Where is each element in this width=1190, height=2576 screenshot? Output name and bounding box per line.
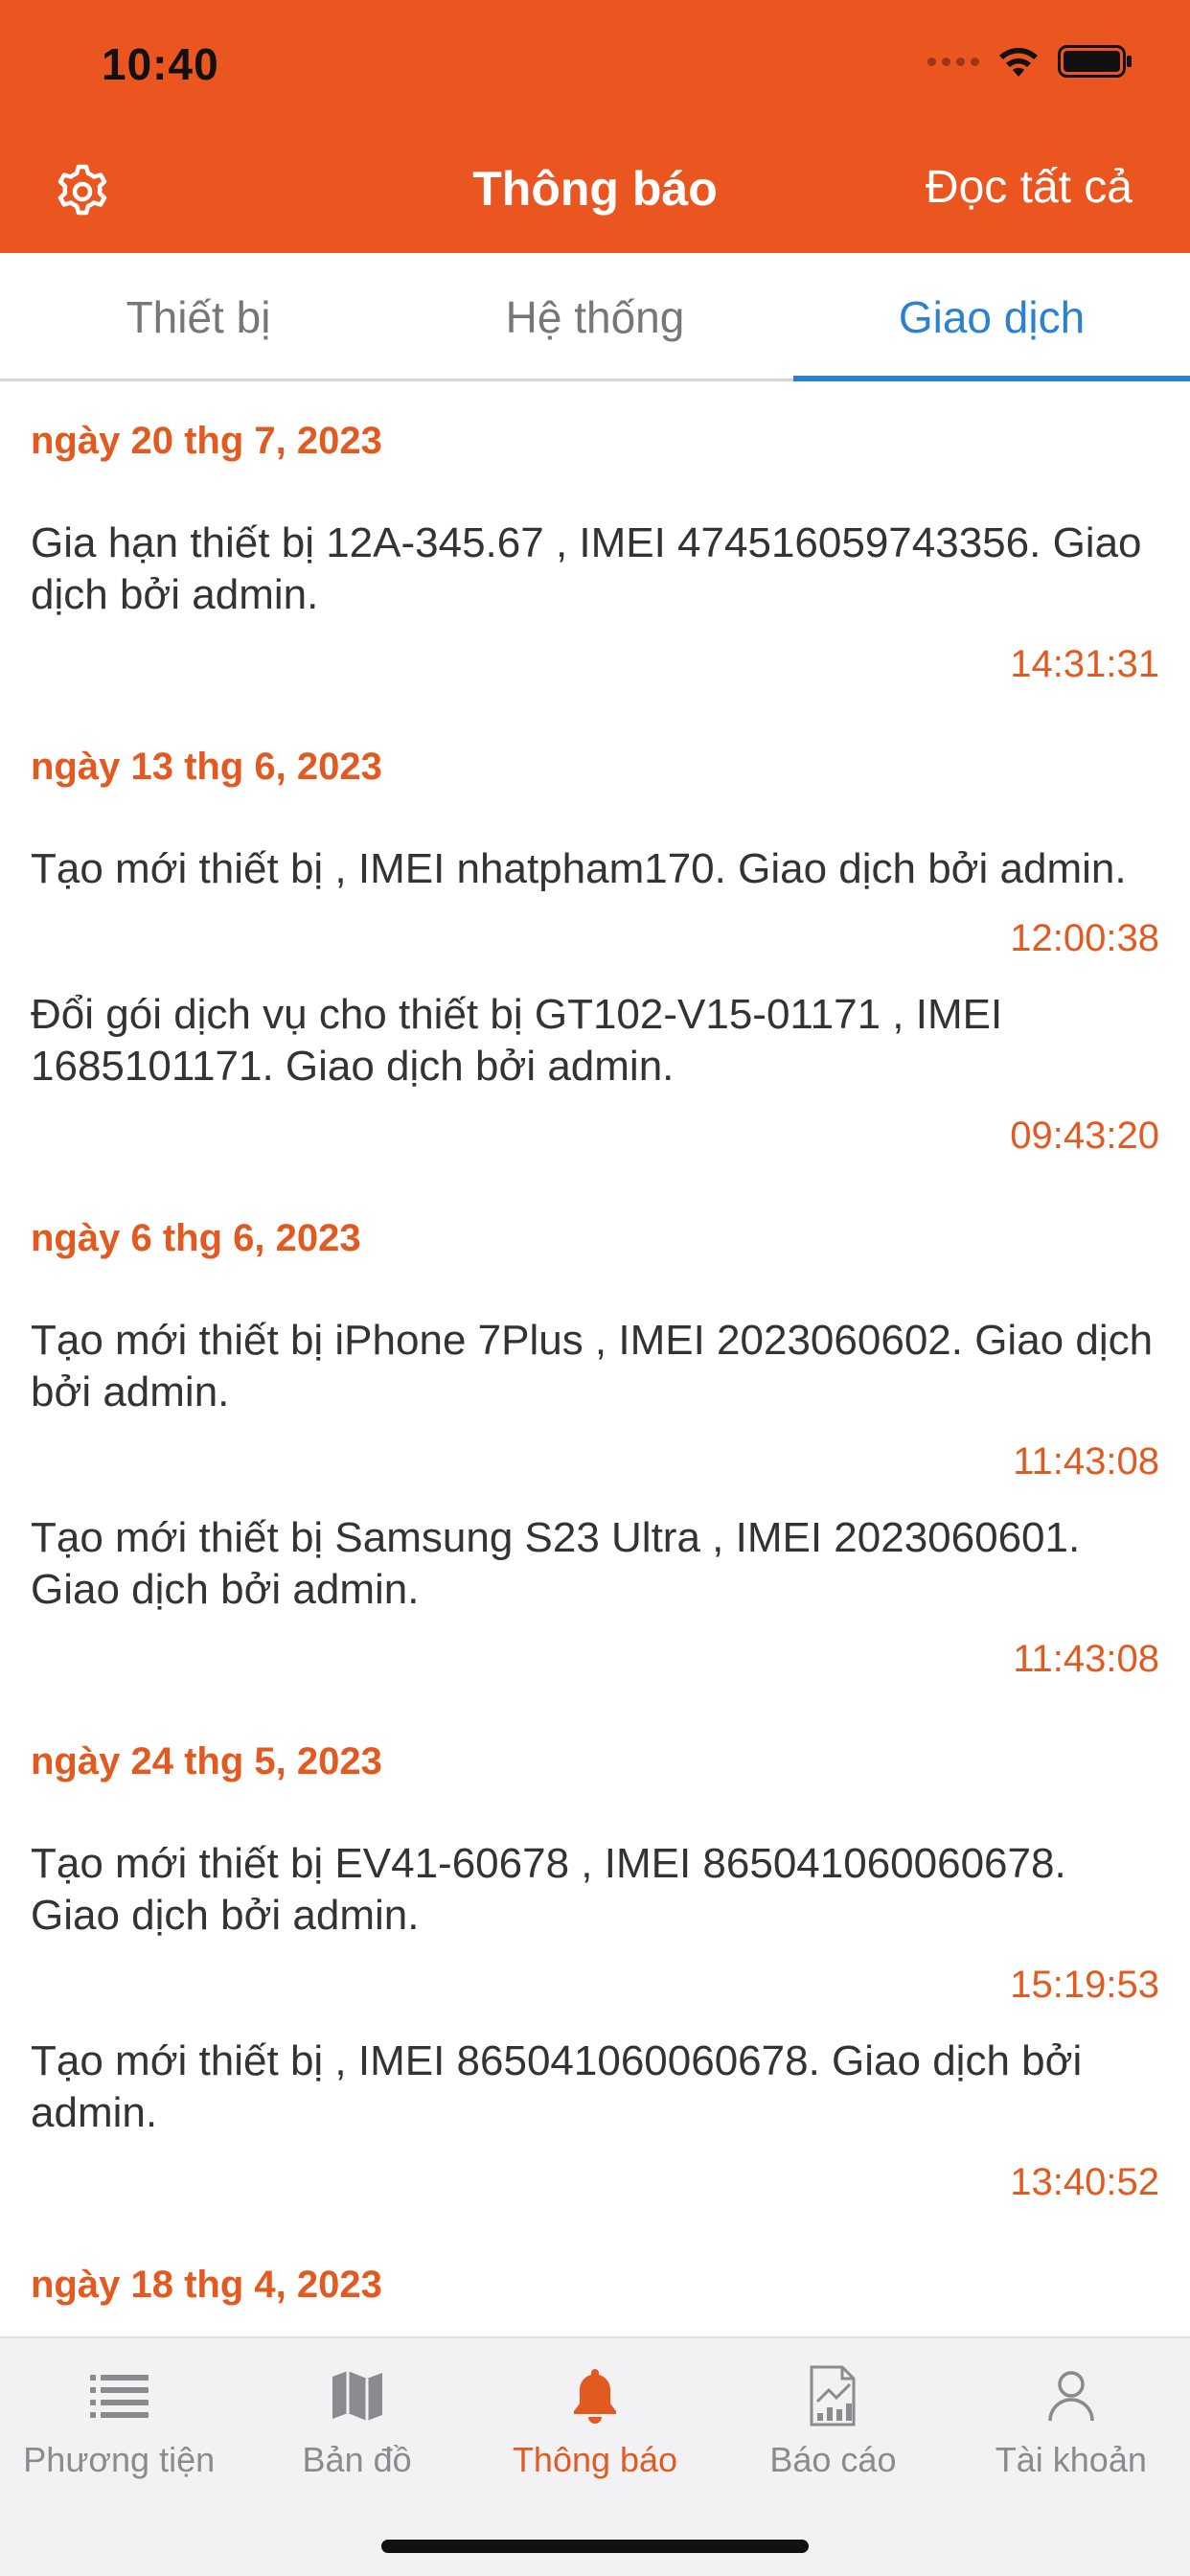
- nav-label: Thông báo: [512, 2440, 678, 2479]
- date-group: ngày 13 thg 6, 2023 Tạo mới thiết bị , I…: [0, 707, 1190, 1179]
- battery-icon: [1058, 45, 1132, 78]
- nav-label: Bản đồ: [302, 2440, 412, 2479]
- date-group: ngày 6 thg 6, 2023 Tạo mới thiết bị iPho…: [0, 1179, 1190, 1702]
- notification-item[interactable]: Tạo mới thiết bị , IMEI 865041060060678.…: [31, 2028, 1159, 2225]
- app-header: 10:40 Thông báo Đọc tất cả: [0, 0, 1190, 253]
- notification-text: Tạo mới thiết bị Samsung S23 Ultra , IME…: [31, 1514, 1081, 1613]
- notification-item[interactable]: Gia hạn thiết bị 12A-345.67 , IMEI 47451…: [31, 489, 1159, 707]
- date-header: ngày 6 thg 6, 2023: [31, 1217, 361, 1259]
- date-group: ngày 18 thg 4, 2023: [0, 2225, 1190, 2333]
- notification-time: 15:19:53: [1010, 1964, 1159, 2006]
- nav-reports[interactable]: Báo cáo: [714, 2338, 951, 2501]
- notification-text: Gia hạn thiết bị 12A-345.67 , IMEI 47451…: [31, 519, 1142, 618]
- notification-item[interactable]: Tạo mới thiết bị Samsung S23 Ultra , IME…: [31, 1505, 1159, 1702]
- tab-system[interactable]: Hệ thống: [397, 253, 793, 379]
- date-group: ngày 20 thg 7, 2023 Gia hạn thiết bị 12A…: [0, 381, 1190, 707]
- date-header: ngày 13 thg 6, 2023: [31, 746, 382, 788]
- date-header: ngày 20 thg 7, 2023: [31, 420, 382, 462]
- nav-label: Phương tiện: [23, 2440, 216, 2479]
- nav-vehicles[interactable]: Phương tiện: [0, 2338, 238, 2501]
- date-header: ngày 24 thg 5, 2023: [31, 1740, 382, 1782]
- notification-text: Tạo mới thiết bị EV41-60678 , IMEI 86504…: [31, 1840, 1066, 1939]
- notification-time: 09:43:20: [1010, 1115, 1159, 1157]
- notification-text: Tạo mới thiết bị iPhone 7Plus , IMEI 202…: [31, 1317, 1154, 1415]
- notification-time: 11:43:08: [1013, 1638, 1159, 1680]
- tab-transactions[interactable]: Giao dịch: [793, 253, 1190, 381]
- notification-text: Tạo mới thiết bị , IMEI nhatpham170. Gia…: [31, 845, 1127, 892]
- notification-time: 12:00:38: [1010, 917, 1159, 959]
- wifi-icon: [999, 48, 1038, 77]
- nav-label: Tài khoản: [995, 2440, 1147, 2479]
- status-icons: [927, 44, 1133, 79]
- notification-item[interactable]: Tạo mới thiết bị , IMEI nhatpham170. Gia…: [31, 815, 1159, 981]
- list-icon: [90, 2375, 149, 2418]
- user-icon: [1048, 2371, 1094, 2422]
- notification-item[interactable]: Đổi gói dịch vụ cho thiết bị GT102-V15-0…: [31, 981, 1159, 1179]
- nav-map[interactable]: Bản đồ: [238, 2338, 475, 2501]
- nav-account[interactable]: Tài khoản: [952, 2338, 1190, 2501]
- notification-item[interactable]: Tạo mới thiết bị EV41-60678 , IMEI 86504…: [31, 1809, 1159, 2028]
- notification-item[interactable]: Tạo mới thiết bị iPhone 7Plus , IMEI 202…: [31, 1286, 1159, 1505]
- bell-icon: [574, 2369, 617, 2424]
- notification-text: Tạo mới thiết bị , IMEI 865041060060678.…: [31, 2037, 1083, 2136]
- tab-devices[interactable]: Thiết bị: [0, 253, 397, 379]
- status-time: 10:40: [102, 39, 219, 89]
- tab-bar: Thiết bị Hệ thống Giao dịch: [0, 253, 1190, 381]
- date-header: ngày 18 thg 4, 2023: [31, 2264, 382, 2306]
- signal-icon: [927, 57, 979, 66]
- home-indicator: [381, 2540, 809, 2553]
- map-icon: [332, 2371, 382, 2421]
- notification-text: Đổi gói dịch vụ cho thiết bị GT102-V15-0…: [31, 991, 1003, 1090]
- nav-label: Báo cáo: [769, 2440, 897, 2479]
- report-icon: [810, 2365, 856, 2426]
- nav-notifications[interactable]: Thông báo: [476, 2338, 714, 2501]
- notification-time: 11:43:08: [1013, 1440, 1159, 1483]
- notification-list[interactable]: ngày 20 thg 7, 2023 Gia hạn thiết bị 12A…: [0, 381, 1190, 2336]
- notification-time: 14:31:31: [1010, 643, 1159, 685]
- notification-time: 13:40:52: [1010, 2161, 1159, 2203]
- date-group: ngày 24 thg 5, 2023 Tạo mới thiết bị EV4…: [0, 1702, 1190, 2225]
- read-all-button[interactable]: Đọc tất cả: [926, 161, 1133, 214]
